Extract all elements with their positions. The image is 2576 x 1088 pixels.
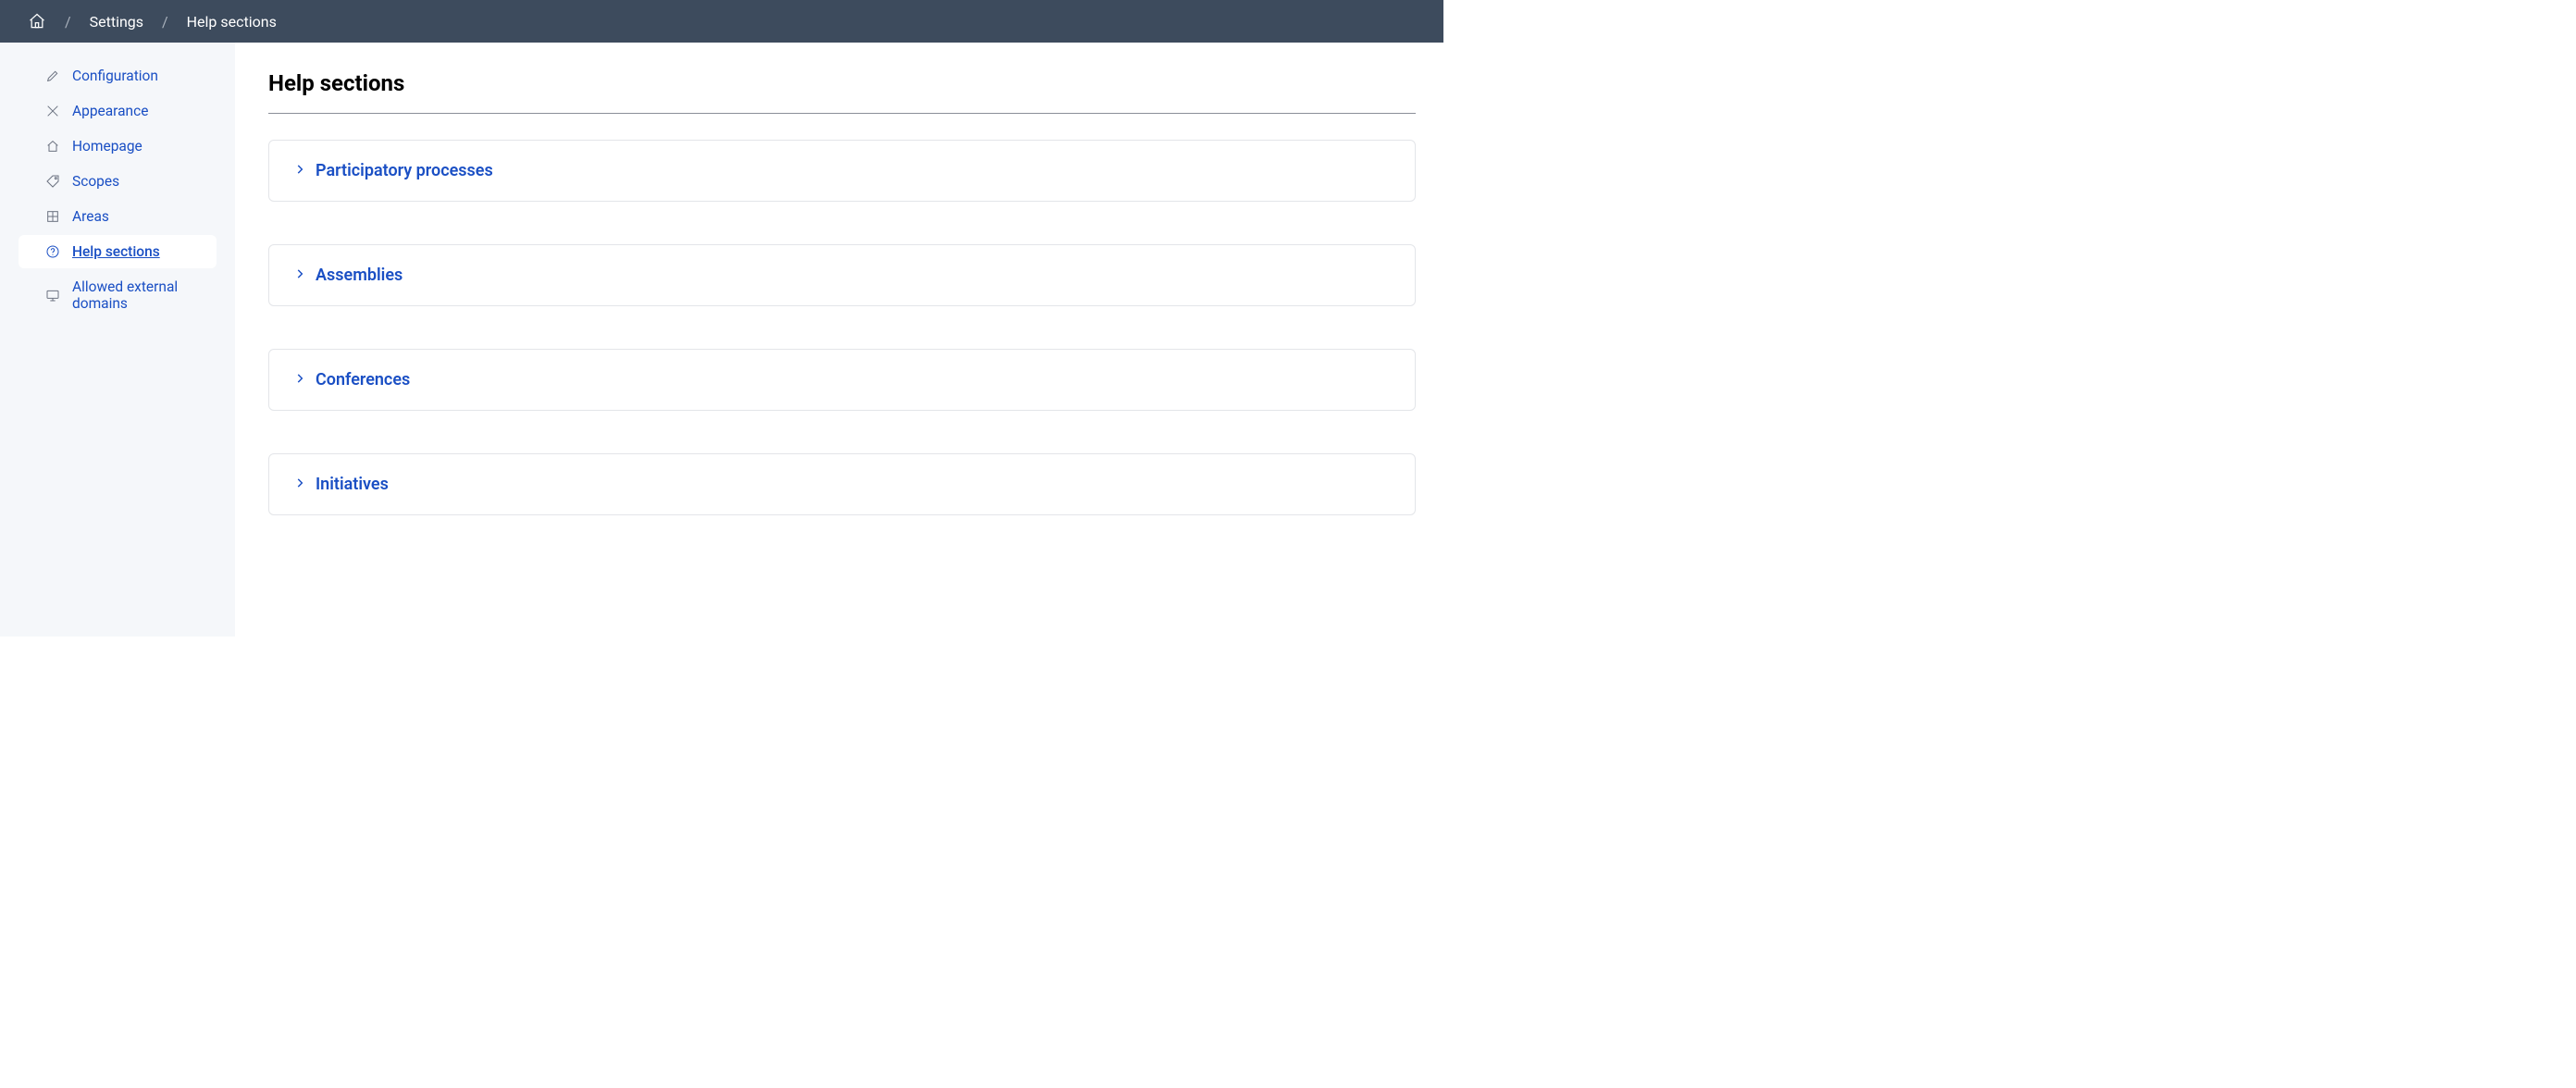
pencil-icon [44, 68, 61, 84]
breadcrumb-settings[interactable]: Settings [90, 13, 143, 31]
content-inner: Help sections Participatory processes As… [268, 70, 1416, 515]
sidebar-item-label: Allowed external domains [72, 278, 207, 312]
sidebar-item-help-sections[interactable]: Help sections [19, 235, 217, 268]
sidebar-item-label: Appearance [72, 103, 148, 119]
breadcrumb-separator: / [65, 13, 71, 31]
help-section-conferences[interactable]: Conferences [268, 349, 1416, 411]
help-section-assemblies[interactable]: Assemblies [268, 244, 1416, 306]
sidebar-item-allowed-external-domains[interactable]: Allowed external domains [19, 270, 217, 320]
help-section-title: Initiatives [316, 475, 389, 494]
tools-icon [44, 103, 61, 119]
sidebar-item-label: Help sections [72, 243, 160, 260]
app-root: / Settings / Help sections Configuration… [0, 0, 1443, 637]
sidebar-item-label: Configuration [72, 68, 158, 84]
grid-icon [44, 208, 61, 225]
help-section-title: Conferences [316, 370, 410, 389]
chevron-right-icon [293, 476, 306, 493]
question-circle-icon [44, 243, 61, 260]
shell: Configuration Appearance Homepage Scopes [0, 43, 1443, 637]
monitor-icon [44, 287, 61, 303]
sidebar-item-label: Homepage [72, 138, 142, 155]
breadcrumb-separator: / [162, 13, 168, 31]
help-section-initiatives[interactable]: Initiatives [268, 453, 1416, 515]
sidebar-item-homepage[interactable]: Homepage [19, 130, 217, 163]
tag-icon [44, 173, 61, 190]
sidebar: Configuration Appearance Homepage Scopes [0, 43, 235, 637]
home-icon [44, 138, 61, 155]
title-divider [268, 113, 1416, 114]
help-section-title: Assemblies [316, 266, 402, 285]
page-title: Help sections [268, 70, 1416, 96]
chevron-right-icon [293, 162, 306, 179]
chevron-right-icon [293, 371, 306, 389]
main-content: Help sections Participatory processes As… [235, 43, 1443, 637]
sidebar-item-label: Scopes [72, 173, 119, 190]
home-icon [28, 12, 46, 31]
breadcrumb: / Settings / Help sections [0, 0, 1443, 43]
help-section-title: Participatory processes [316, 161, 493, 180]
sidebar-item-label: Areas [72, 208, 109, 225]
breadcrumb-home[interactable] [28, 12, 46, 31]
help-section-participatory-processes[interactable]: Participatory processes [268, 140, 1416, 202]
sidebar-item-scopes[interactable]: Scopes [19, 165, 217, 198]
breadcrumb-current: Help sections [187, 13, 277, 31]
sidebar-item-configuration[interactable]: Configuration [19, 59, 217, 93]
chevron-right-icon [293, 266, 306, 284]
sidebar-item-areas[interactable]: Areas [19, 200, 217, 233]
sidebar-item-appearance[interactable]: Appearance [19, 94, 217, 128]
